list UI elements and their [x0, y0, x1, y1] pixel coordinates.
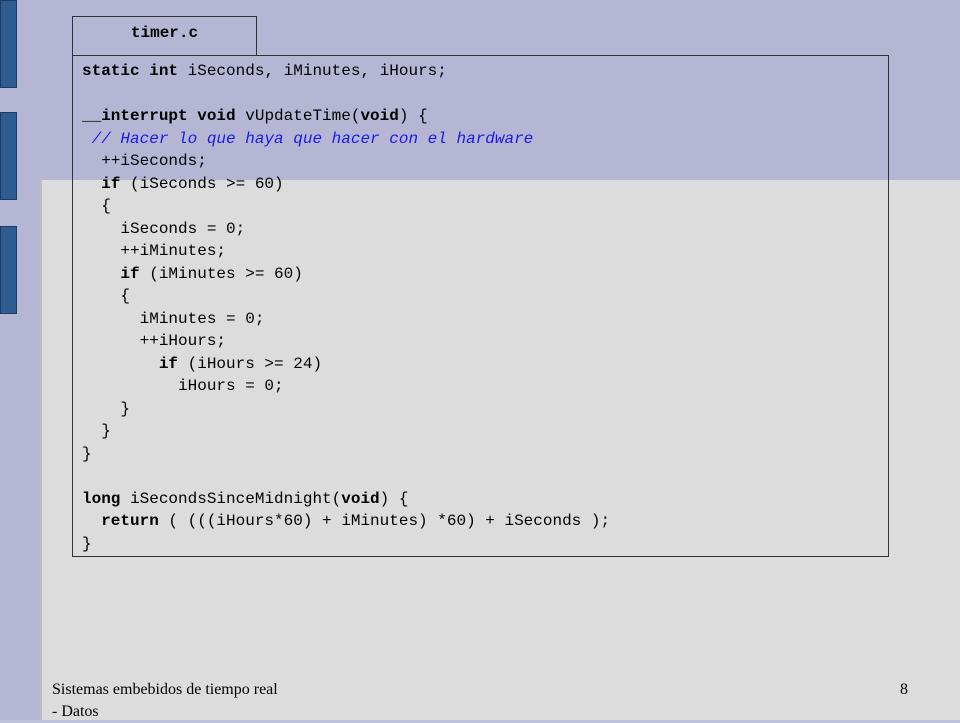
code-line: } [82, 443, 610, 466]
code-token: (iSeconds >= 60) [120, 174, 284, 193]
code-keyword: return [101, 512, 159, 530]
code-keyword: static int [82, 62, 188, 80]
code-token: } [82, 422, 111, 440]
code-line: iMinutes = 0; [82, 308, 610, 331]
code-token: ++iMinutes; [82, 242, 227, 260]
code-token: ) { [398, 107, 428, 125]
code-line: static int iSeconds, iMinutes, iHours; [82, 60, 610, 83]
code-line: } [82, 398, 610, 421]
code-token: ( (((iHours*60) + iMinutes) *60) + iSeco… [158, 512, 611, 530]
code-token: iHours = 0; [82, 377, 284, 395]
code-keyword: void [341, 489, 380, 508]
file-tab: timer.c [72, 16, 257, 55]
code-keyword: void [360, 107, 399, 125]
code-line: long iSecondsSinceMidnight(void) { [82, 488, 610, 511]
code-token: ++iSeconds; [82, 152, 207, 170]
code-token: iSeconds, iMinutes, iHours; [187, 62, 447, 80]
footer-text: Sistemas embebidos de tiempo real - Dato… [52, 681, 278, 720]
code-line: } [82, 420, 610, 443]
code-keyword: if [120, 264, 140, 283]
code-keyword: __interrupt void [82, 107, 246, 125]
code-keyword: long [82, 489, 131, 508]
code-line: ++iSeconds; [82, 150, 610, 173]
code-line: // Hacer lo que haya que hacer con el ha… [82, 128, 610, 151]
code-line: } [82, 533, 610, 556]
code-token: vUpdateTime( [245, 107, 361, 125]
code-token: iMinutes = 0; [82, 309, 265, 328]
code-token: iSecondsSinceMidnight( [130, 489, 342, 508]
code-block: static int iSeconds, iMinutes, iHours; __… [82, 60, 610, 555]
code-keyword: if [101, 174, 121, 193]
code-token: { [82, 197, 111, 215]
page-number: 8 [900, 681, 908, 698]
code-line: if (iHours >= 24) [82, 353, 610, 376]
code-token: } [82, 444, 92, 463]
code-token: { [82, 287, 131, 305]
left-band [0, 0, 40, 720]
code-line: return ( (((iHours*60) + iMinutes) *60) … [82, 510, 610, 533]
code-line: { [82, 195, 610, 218]
accent-bar [0, 0, 17, 88]
code-line: iHours = 0; [82, 375, 610, 398]
accent-bar [0, 112, 17, 200]
code-line: ++iMinutes; [82, 240, 610, 263]
code-line: { [82, 285, 610, 308]
code-line: if (iMinutes >= 60) [82, 263, 610, 286]
code-token: } [82, 534, 92, 553]
code-token: (iMinutes >= 60) [139, 264, 303, 283]
code-token: } [82, 399, 131, 418]
code-comment: // Hacer lo que haya que hacer con el ha… [82, 129, 534, 148]
accent-bar [0, 226, 17, 314]
code-token: (iHours >= 24) [178, 354, 323, 373]
code-token: iSeconds = 0; [82, 219, 246, 238]
code-token: ) { [379, 489, 409, 508]
code-line: __interrupt void vUpdateTime(void) { [82, 105, 610, 128]
code-line: ++iHours; [82, 330, 610, 353]
code-keyword: if [158, 354, 179, 373]
code-line: if (iSeconds >= 60) [82, 173, 610, 196]
code-token: ++iHours; [82, 332, 227, 350]
code-line: iSeconds = 0; [82, 218, 610, 241]
